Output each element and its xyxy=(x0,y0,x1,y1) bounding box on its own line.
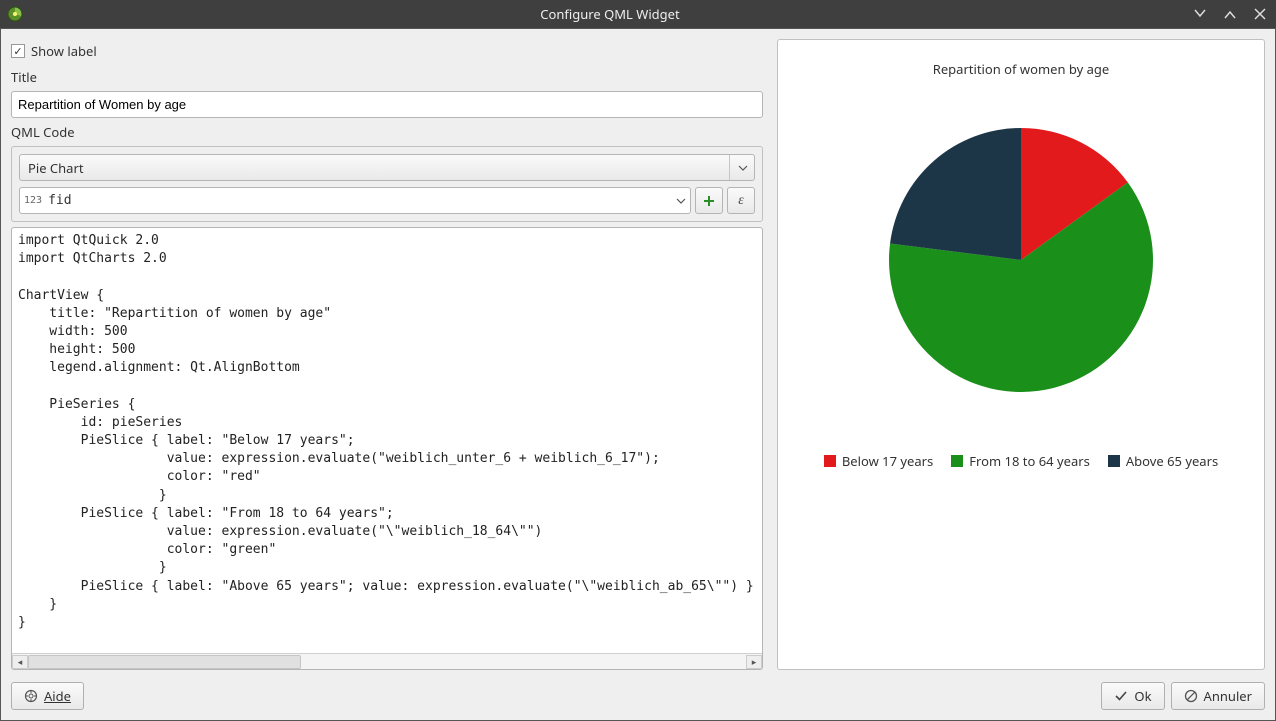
right-column: Repartition of women by age Below 17 yea… xyxy=(777,39,1265,670)
dialog-content: ✓ Show label Title QML Code Pie Chart xyxy=(0,28,1276,721)
scroll-right-button[interactable]: ▸ xyxy=(746,655,762,669)
cancel-button[interactable]: Annuler xyxy=(1171,682,1265,710)
expression-button[interactable]: ε xyxy=(727,187,755,214)
scroll-left-button[interactable]: ◂ xyxy=(12,655,28,669)
minimize-button[interactable] xyxy=(1190,4,1210,24)
qml-code-label: QML Code xyxy=(11,123,763,141)
qml-toolbar-panel: Pie Chart 123 fid xyxy=(11,146,763,222)
show-label-text: Show label xyxy=(31,42,97,60)
insert-field-button[interactable] xyxy=(695,187,723,214)
legend-swatch xyxy=(1108,455,1120,467)
cancel-icon xyxy=(1184,689,1198,703)
scroll-thumb[interactable] xyxy=(28,655,301,669)
title-input[interactable] xyxy=(11,91,763,118)
legend-item: From 18 to 64 years xyxy=(951,452,1090,470)
legend-label: Above 65 years xyxy=(1126,452,1218,470)
show-label-row: ✓ Show label xyxy=(11,39,763,63)
legend-label: Below 17 years xyxy=(842,452,933,470)
legend-label: From 18 to 64 years xyxy=(969,452,1090,470)
field-row: 123 fid ε xyxy=(19,187,755,214)
field-combo[interactable]: 123 fid xyxy=(19,187,691,214)
preview-panel: Repartition of women by age Below 17 yea… xyxy=(777,39,1265,670)
scroll-track[interactable] xyxy=(28,655,746,669)
help-button[interactable]: Aide xyxy=(11,682,84,710)
legend-swatch xyxy=(824,455,836,467)
chevron-down-icon xyxy=(676,198,686,204)
code-editor-wrap: import QtQuick 2.0 import QtCharts 2.0 C… xyxy=(11,227,763,670)
help-icon xyxy=(24,689,38,703)
epsilon-icon: ε xyxy=(738,193,744,209)
field-name: fid xyxy=(48,193,670,208)
chart-title: Repartition of women by age xyxy=(933,60,1110,78)
chart-type-value: Pie Chart xyxy=(28,159,729,177)
main-row: ✓ Show label Title QML Code Pie Chart xyxy=(11,39,1265,670)
chart-type-combo[interactable]: Pie Chart xyxy=(19,154,755,181)
ok-button[interactable]: Ok xyxy=(1101,682,1164,710)
maximize-button[interactable] xyxy=(1220,4,1240,24)
code-editor[interactable]: import QtQuick 2.0 import QtCharts 2.0 C… xyxy=(12,228,762,653)
horizontal-scrollbar[interactable]: ◂ ▸ xyxy=(12,653,762,669)
legend-swatch xyxy=(951,455,963,467)
legend-item: Above 65 years xyxy=(1108,452,1218,470)
close-button[interactable] xyxy=(1250,4,1270,24)
cancel-label: Annuler xyxy=(1204,687,1252,705)
window-title: Configure QML Widget xyxy=(30,5,1190,23)
show-label-checkbox[interactable]: ✓ xyxy=(11,44,25,58)
title-label: Title xyxy=(11,68,763,86)
help-label: Aide xyxy=(44,687,71,705)
field-type-badge: 123 xyxy=(24,195,42,206)
ok-label: Ok xyxy=(1134,687,1151,705)
dialog-window: Configure QML Widget ✓ Show label Title xyxy=(0,0,1276,721)
chart-legend: Below 17 years From 18 to 64 years Above 6… xyxy=(824,452,1218,470)
left-column: ✓ Show label Title QML Code Pie Chart xyxy=(11,39,763,670)
legend-item: Below 17 years xyxy=(824,452,933,470)
pie-slice xyxy=(890,128,1021,260)
pie-chart xyxy=(889,128,1153,392)
chevron-down-icon xyxy=(729,155,748,180)
check-icon xyxy=(1114,690,1128,702)
titlebar: Configure QML Widget xyxy=(0,0,1276,28)
window-controls xyxy=(1190,4,1270,24)
button-row: Aide Ok Annuler xyxy=(11,674,1265,710)
app-icon xyxy=(6,5,24,23)
